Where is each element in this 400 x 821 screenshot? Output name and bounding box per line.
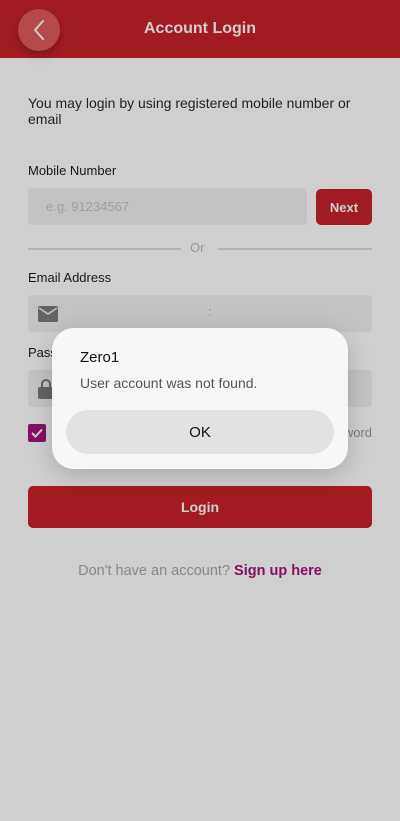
ok-button[interactable]: OK: [66, 410, 334, 454]
dialog-title: Zero1: [80, 349, 120, 366]
alert-dialog: Zero1 User account was not found. OK: [52, 328, 348, 469]
dialog-message: User account was not found.: [80, 375, 258, 391]
